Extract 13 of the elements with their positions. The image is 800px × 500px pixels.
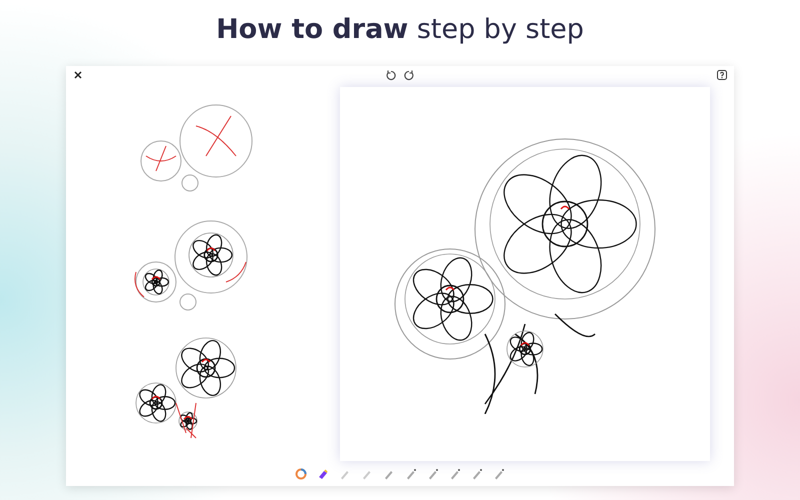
brush-tool-icon[interactable] xyxy=(449,468,461,480)
headline: How to draw step by step xyxy=(216,14,584,47)
brush-tool-icon[interactable] xyxy=(493,468,505,480)
brush-tool-icon[interactable] xyxy=(427,468,439,480)
brush-tool-icon[interactable] xyxy=(405,468,417,480)
color-wheel-icon[interactable] xyxy=(295,468,307,480)
redo-icon[interactable] xyxy=(403,68,415,81)
undo-icon[interactable] xyxy=(385,68,397,81)
help-icon[interactable] xyxy=(716,68,728,81)
brush-tool-icon[interactable] xyxy=(471,468,483,480)
marker-icon[interactable] xyxy=(317,468,329,480)
drawing-canvas[interactable] xyxy=(340,87,710,462)
close-icon[interactable] xyxy=(72,68,84,81)
